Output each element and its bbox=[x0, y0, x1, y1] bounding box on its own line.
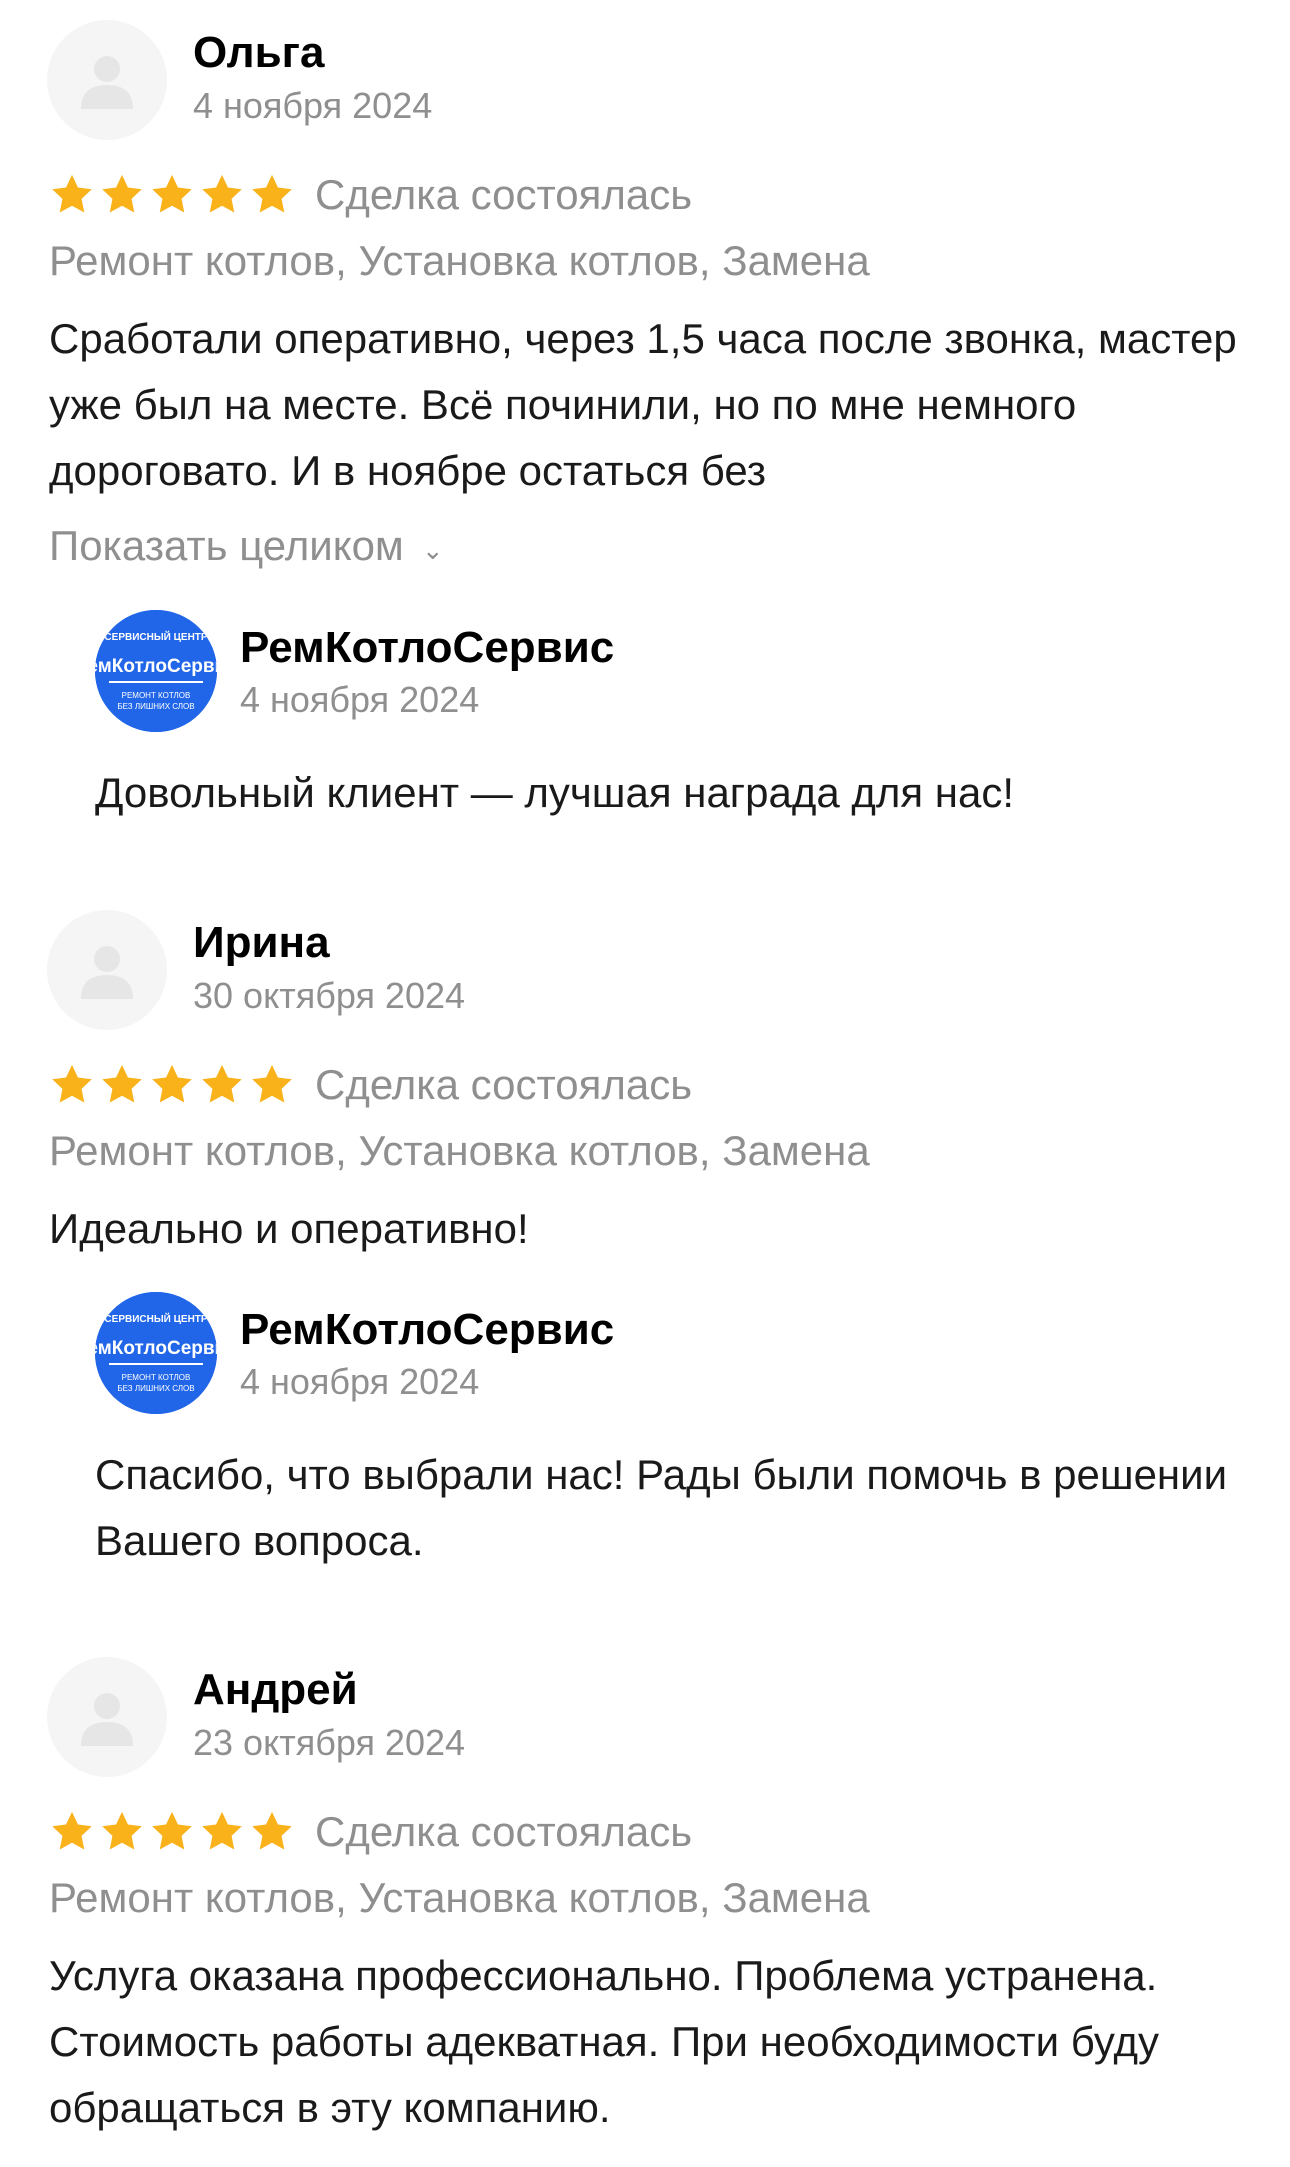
star-icon bbox=[152, 1811, 192, 1850]
star-icon bbox=[202, 1811, 242, 1850]
user-silhouette-icon bbox=[81, 946, 133, 999]
deal-status: Сделка состоялась bbox=[315, 171, 693, 218]
review-date: 4 ноября 2024 bbox=[193, 85, 433, 126]
logo-top-text: СЕРВИСНЫЙ ЦЕНТР bbox=[104, 1312, 207, 1325]
company-logo: СЕРВИСНЫЙ ЦЕНТР РемКотлоСервис РЕМОНТ КО… bbox=[95, 1292, 217, 1414]
rating-row: Сделка состоялась bbox=[49, 1805, 692, 1859]
company-name: РемКотлоСервис bbox=[240, 1305, 615, 1354]
star-icon bbox=[102, 1064, 142, 1103]
review-author-name: Ольга bbox=[193, 28, 325, 77]
logo-bottom-text: РЕМОНТ КОТЛОВ bbox=[122, 691, 191, 700]
review-services: Ремонт котлов, Установка котлов, Замена bbox=[49, 1874, 870, 1921]
reply-date: 4 ноября 2024 bbox=[240, 1361, 480, 1402]
star-icon bbox=[202, 174, 242, 213]
star-icon bbox=[52, 1064, 92, 1103]
user-avatar-icon bbox=[47, 20, 167, 140]
star-icon bbox=[252, 1064, 292, 1103]
star-icon bbox=[152, 174, 192, 213]
reply-date: 4 ноября 2024 bbox=[240, 679, 480, 720]
logo-top-text: СЕРВИСНЫЙ ЦЕНТР bbox=[104, 630, 207, 643]
review-author-name: Ирина bbox=[193, 918, 330, 967]
deal-status: Сделка состоялась bbox=[315, 1808, 693, 1855]
star-rating bbox=[49, 172, 295, 218]
star-icon bbox=[152, 1064, 192, 1103]
user-avatar-icon bbox=[47, 910, 167, 1030]
logo-bottom-text: БЕЗ ЛИШНИХ СЛОВ bbox=[117, 1384, 194, 1393]
user-silhouette-icon bbox=[81, 56, 133, 109]
show-more-label: Показать целиком bbox=[49, 522, 404, 569]
reply-text: Спасибо, что выбрали нас! Рады были помо… bbox=[95, 1451, 1228, 1564]
company-name: РемКотлоСервис bbox=[240, 623, 615, 672]
star-icon bbox=[52, 1811, 92, 1850]
review-author-name: Андрей bbox=[193, 1665, 358, 1714]
logo-middle-text: РемКотлоСервис bbox=[95, 1338, 217, 1359]
review-date: 23 октября 2024 bbox=[193, 1722, 466, 1763]
star-rating bbox=[49, 1809, 295, 1855]
rating-row: Сделка состоялась bbox=[49, 1058, 692, 1112]
deal-status: Сделка состоялась bbox=[315, 1061, 693, 1108]
review-services: Ремонт котлов, Установка котлов, Замена bbox=[49, 1127, 870, 1174]
reply-text: Довольный клиент — лучшая награда для на… bbox=[95, 769, 1015, 816]
review-date: 30 октября 2024 bbox=[193, 975, 466, 1016]
review-text: Идеально и оперативно! bbox=[49, 1205, 529, 1252]
review-text: Сработали оперативно, через 1,5 часа пос… bbox=[49, 315, 1237, 494]
user-silhouette-icon bbox=[81, 1693, 133, 1746]
logo-bottom-text: БЕЗ ЛИШНИХ СЛОВ bbox=[117, 702, 194, 711]
company-logo: СЕРВИСНЫЙ ЦЕНТР РемКотлоСервис РЕМОНТ КО… bbox=[95, 610, 217, 732]
star-icon bbox=[52, 174, 92, 213]
show-more-button[interactable]: Показать целиком ⌄ bbox=[49, 518, 444, 574]
star-icon bbox=[202, 1064, 242, 1103]
user-avatar-icon bbox=[47, 1657, 167, 1777]
review-text: Услуга оказана профессионально. Проблема… bbox=[49, 1952, 1160, 2131]
star-icon bbox=[252, 1811, 292, 1850]
logo-bottom-text: РЕМОНТ КОТЛОВ bbox=[122, 1373, 191, 1382]
review-services: Ремонт котлов, Установка котлов, Замена bbox=[49, 237, 870, 284]
rating-row: Сделка состоялась bbox=[49, 168, 692, 222]
star-icon bbox=[102, 1811, 142, 1850]
star-icon bbox=[102, 174, 142, 213]
star-icon bbox=[252, 174, 292, 213]
logo-middle-text: РемКотлоСервис bbox=[95, 656, 217, 677]
chevron-down-icon: ⌄ bbox=[421, 535, 444, 565]
star-rating bbox=[49, 1062, 295, 1108]
